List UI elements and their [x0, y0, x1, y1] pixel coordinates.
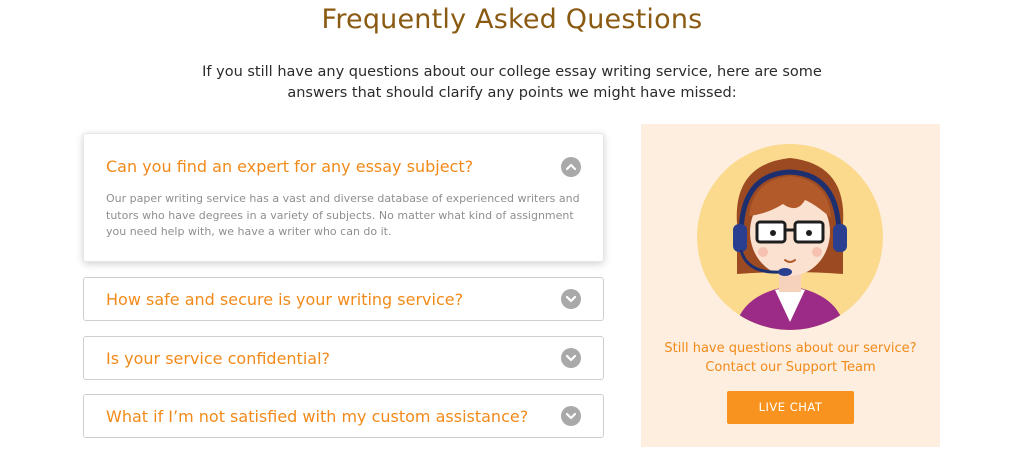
faq-question: Is your service confidential? — [106, 349, 331, 368]
chevron-down-icon[interactable] — [561, 406, 581, 426]
support-contact-text: Contact our Support Team — [705, 360, 876, 375]
chevron-up-icon[interactable] — [561, 157, 581, 177]
page-title: Frequently Asked Questions — [321, 4, 703, 35]
chevron-down-icon[interactable] — [561, 289, 581, 309]
faq-item-satisfaction[interactable]: What if I’m not satisfied with my custom… — [83, 394, 604, 438]
support-question-text: Still have questions about our service? — [664, 341, 917, 356]
support-message: Still have questions about our service? … — [641, 339, 940, 377]
faq-question: Can you find an expert for any essay sub… — [106, 157, 474, 176]
support-panel: Still have questions about our service? … — [641, 124, 940, 447]
chevron-down-icon[interactable] — [561, 348, 581, 368]
faq-item-confidential[interactable]: Is your service confidential? — [83, 336, 604, 380]
page-subtitle: If you still have any questions about ou… — [202, 64, 822, 101]
support-agent-avatar — [697, 144, 883, 330]
faq-question: What if I’m not satisfied with my custom… — [106, 407, 529, 426]
faq-question: How safe and secure is your writing serv… — [106, 290, 464, 309]
faq-answer: Our paper writing service has a vast and… — [106, 192, 580, 238]
faq-item-expert[interactable]: Can you find an expert for any essay sub… — [83, 133, 604, 262]
faq-item-security[interactable]: How safe and secure is your writing serv… — [83, 277, 604, 321]
live-chat-button[interactable]: LIVE CHAT — [727, 391, 854, 424]
